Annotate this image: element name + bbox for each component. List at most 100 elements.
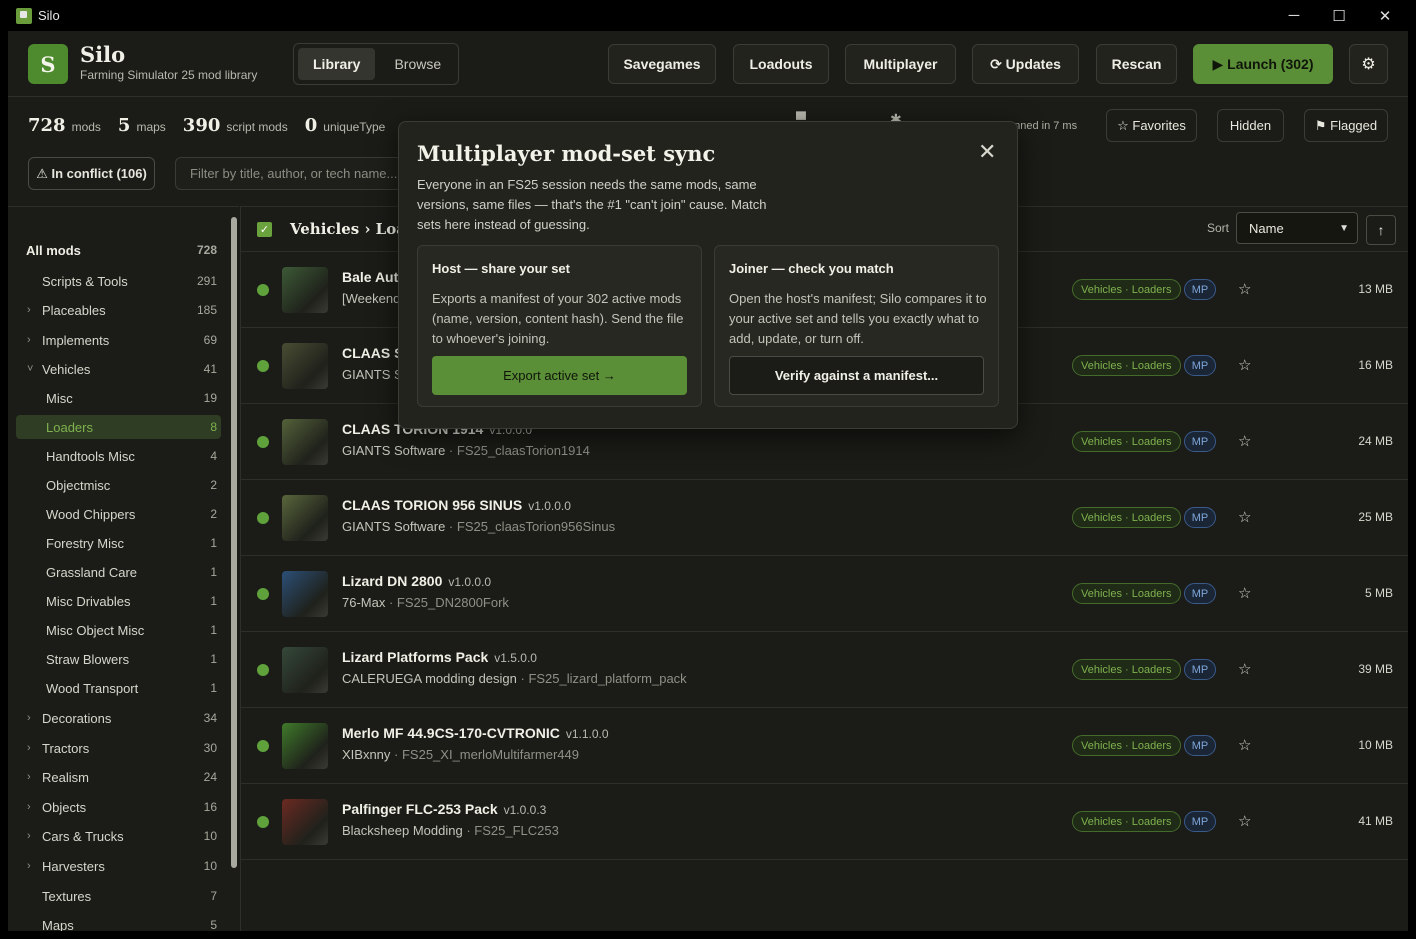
chevron-right-icon[interactable]: ›	[27, 712, 31, 724]
active-status-dot[interactable]	[257, 512, 269, 524]
sidebar-item[interactable]: Grassland Care 1	[16, 560, 221, 584]
favorite-star-icon[interactable]: ☆	[1238, 508, 1251, 526]
sidebar-item-count: 69	[203, 333, 217, 347]
chevron-right-icon[interactable]: ›	[27, 334, 31, 346]
mod-row[interactable]: Lizard DN 2800 v1.0.0.0 76-Max · FS25_DN28…	[241, 556, 1408, 632]
sidebar-item[interactable]: Scripts & Tools 291	[16, 269, 221, 293]
rescan-button[interactable]: Rescan	[1096, 44, 1177, 84]
active-status-dot[interactable]	[257, 740, 269, 752]
chevron-down-icon[interactable]: ˅	[27, 363, 33, 375]
tab-library[interactable]: Library	[298, 48, 376, 80]
sidebar-item[interactable]: Misc Object Misc 1	[16, 618, 221, 642]
sidebar-item[interactable]: › Placeables 185	[16, 298, 221, 322]
mod-title: Merlo MF 44.9CS-170-CVTRONIC v1.1.0.0	[342, 725, 609, 741]
sidebar-item[interactable]: ˅ Vehicles 41	[16, 357, 221, 381]
sidebar-item-count: 1	[210, 565, 217, 579]
chevron-right-icon[interactable]: ›	[27, 771, 31, 783]
close-icon[interactable]: ✕	[978, 139, 996, 165]
sidebar-item[interactable]: Straw Blowers 1	[16, 647, 221, 671]
sidebar-item[interactable]: › Harvesters 10	[16, 854, 221, 878]
hidden-filter[interactable]: Hidden	[1217, 109, 1284, 142]
favorite-star-icon[interactable]: ☆	[1238, 660, 1251, 678]
favorite-star-icon[interactable]: ☆	[1238, 736, 1251, 754]
mod-row[interactable]: Merlo MF 44.9CS-170-CVTRONIC v1.1.0.0 XIBx…	[241, 708, 1408, 784]
sidebar-item[interactable]: Maps 5	[16, 913, 221, 932]
sidebar-scroll-thumb[interactable]	[231, 217, 237, 868]
launch-button[interactable]: ▶ Launch (302)	[1193, 44, 1333, 84]
sort-direction-button[interactable]: ↑	[1366, 215, 1396, 245]
chevron-right-icon[interactable]: ›	[27, 304, 31, 316]
mod-author: CALERUEGA modding design	[342, 671, 517, 686]
mod-thumbnail	[282, 723, 328, 769]
mod-row[interactable]: Palfinger FLC-253 Pack v1.0.0.3 Blacksheep…	[241, 784, 1408, 860]
chevron-right-icon[interactable]: ›	[27, 801, 31, 813]
settings-gear-icon[interactable]: ⚙	[1349, 44, 1388, 84]
sidebar-item-count: 4	[210, 449, 217, 463]
sidebar-item[interactable]: › Objects 16	[16, 795, 221, 819]
chevron-right-icon[interactable]: ›	[27, 860, 31, 872]
conflict-filter[interactable]: ⚠ In conflict (106)	[28, 157, 155, 190]
meta-separator: ·	[445, 443, 457, 458]
sidebar-item[interactable]: › Realism 24	[16, 765, 221, 789]
active-status-dot[interactable]	[257, 816, 269, 828]
favorite-star-icon[interactable]: ☆	[1238, 584, 1251, 602]
category-badge: Vehicles · Loaders	[1072, 279, 1181, 300]
sidebar-item[interactable]: Handtools Misc 4	[16, 444, 221, 468]
sidebar-item[interactable]: Forestry Misc 1	[16, 531, 221, 555]
multiplayer-button[interactable]: Multiplayer	[845, 44, 956, 84]
sidebar-item-label: Wood Chippers	[46, 506, 136, 522]
search-input[interactable]: Filter by title, author, or tech name...	[175, 157, 415, 190]
verify-manifest-button[interactable]: Verify against a manifest...	[729, 356, 984, 395]
sidebar-item[interactable]: › Implements 69	[16, 328, 221, 352]
maximize-icon[interactable]: ☐	[1316, 0, 1362, 31]
mp-badge: MP	[1184, 583, 1216, 604]
mp-badge: MP	[1184, 355, 1216, 376]
close-window-icon[interactable]: ✕	[1362, 0, 1408, 31]
sidebar-item-count: 24	[203, 770, 217, 784]
mod-tech-name: FS25_lizard_platform_pack	[528, 671, 687, 686]
meta-separator: ·	[445, 519, 457, 534]
modal-description: Everyone in an FS25 session needs the sa…	[417, 177, 767, 232]
chevron-right-icon[interactable]: ›	[27, 830, 31, 842]
active-status-dot[interactable]	[257, 436, 269, 448]
mod-meta: CALERUEGA modding design · FS25_lizard_p…	[342, 671, 687, 686]
sidebar-item[interactable]: Wood Transport 1	[16, 676, 221, 700]
updates-button[interactable]: ⟳ Updates	[972, 44, 1079, 84]
sidebar-item[interactable]: Objectmisc 2	[16, 473, 221, 497]
sidebar-item[interactable]: Textures 7	[16, 884, 221, 908]
mod-row[interactable]: Lizard Platforms Pack v1.5.0.0 CALERUEGA m…	[241, 632, 1408, 708]
chevron-right-icon[interactable]: ›	[27, 742, 31, 754]
sidebar-item[interactable]: Misc 19	[16, 386, 221, 410]
favorite-star-icon[interactable]: ☆	[1238, 432, 1251, 450]
sidebar-item[interactable]: › Tractors 30	[16, 736, 221, 760]
mod-author: GIANTS Software	[342, 519, 446, 534]
export-active-set-button[interactable]: Export active set →	[432, 356, 687, 395]
favorite-star-icon[interactable]: ☆	[1238, 812, 1251, 830]
tab-browse[interactable]: Browse	[379, 48, 456, 80]
active-status-dot[interactable]	[257, 664, 269, 676]
active-status-dot[interactable]	[257, 360, 269, 372]
favorites-filter[interactable]: ☆ Favorites	[1106, 109, 1197, 142]
favorite-star-icon[interactable]: ☆	[1238, 280, 1251, 298]
mod-tech-name: FS25_DN2800Fork	[396, 595, 509, 610]
library-stats: 728 mods 5 maps 390 script mods 0 uniqueType	[28, 115, 402, 137]
sidebar-item[interactable]: › Cars & Trucks 10	[16, 824, 221, 848]
sidebar-item[interactable]: Loaders 8	[16, 415, 221, 439]
flagged-filter[interactable]: ⚑ Flagged	[1304, 109, 1388, 142]
select-all-checkbox[interactable]: ✓	[257, 222, 272, 237]
mod-version: v1.0.0.0	[528, 499, 571, 513]
sidebar-item[interactable]: Misc Drivables 1	[16, 589, 221, 613]
mp-badge: MP	[1184, 507, 1216, 528]
sort-select[interactable]: Name ▼	[1236, 212, 1358, 244]
loadouts-button[interactable]: Loadouts	[733, 44, 829, 84]
active-status-dot[interactable]	[257, 588, 269, 600]
favorite-star-icon[interactable]: ☆	[1238, 356, 1251, 374]
sidebar-item-count: 1	[210, 536, 217, 550]
savegames-button[interactable]: Savegames	[608, 44, 716, 84]
active-status-dot[interactable]	[257, 284, 269, 296]
mod-row[interactable]: CLAAS TORION 956 SINUS v1.0.0.0 GIANTS Sof…	[241, 480, 1408, 556]
sidebar-item[interactable]: › Decorations 34	[16, 706, 221, 730]
minimize-icon[interactable]: ─	[1271, 0, 1317, 31]
sidebar-item[interactable]: All mods 728	[16, 238, 221, 262]
sidebar-item[interactable]: Wood Chippers 2	[16, 502, 221, 526]
